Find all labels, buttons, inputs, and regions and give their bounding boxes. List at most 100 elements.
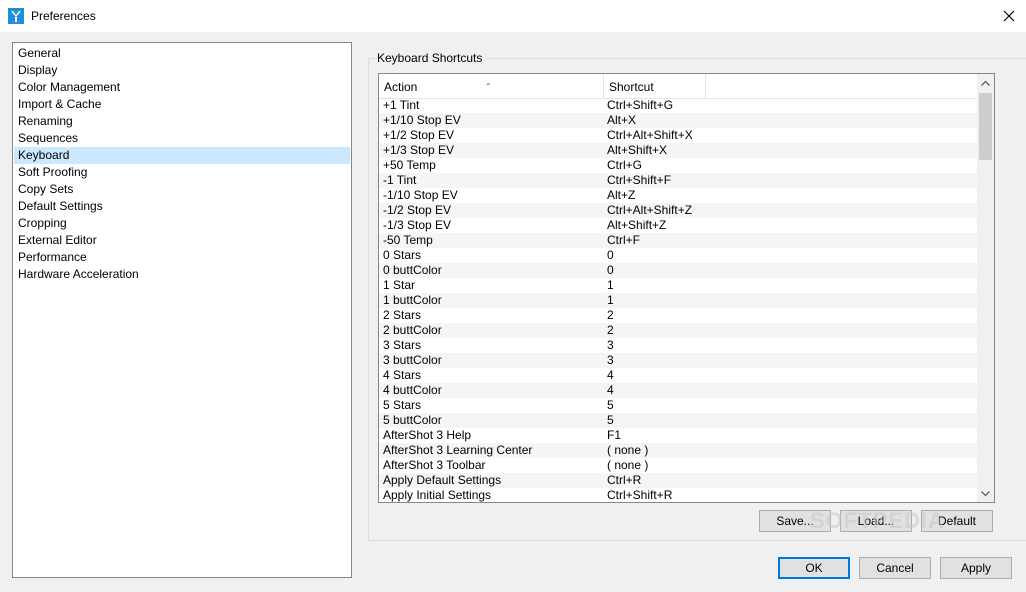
cell-shortcut: 1 [607,293,614,307]
cell-shortcut: 4 [607,383,614,397]
category-hardware-acceleration[interactable]: Hardware Acceleration [14,266,350,283]
table-row[interactable]: 1 Star 1 [379,278,977,293]
scroll-down-button[interactable] [977,485,994,502]
table-row[interactable]: +1 Tint Ctrl+Shift+G [379,98,977,113]
table-row[interactable]: +1/2 Stop EV Ctrl+Alt+Shift+X [379,128,977,143]
table-row[interactable]: 2 Stars 2 [379,308,977,323]
close-button[interactable] [992,0,1026,32]
cell-shortcut: Ctrl+Shift+F [607,173,672,187]
column-header-shortcut[interactable]: Shortcut [604,74,706,98]
cell-action: Apply Default Settings [383,473,502,487]
category-list[interactable]: General Display Color Management Import … [12,42,352,578]
cell-shortcut: 5 [607,413,614,427]
table-row[interactable]: Apply Initial Settings Ctrl+Shift+R [379,488,977,502]
category-import-cache[interactable]: Import & Cache [14,96,350,113]
cell-action: Apply Initial Settings [383,488,492,502]
table-row[interactable]: 4 Stars 4 [379,368,977,383]
group-title: Keyboard Shortcuts [375,51,485,65]
table-row[interactable]: 1 buttColor 1 [379,293,977,308]
table-row[interactable]: 5 Stars 5 [379,398,977,413]
cell-shortcut: Ctrl+Alt+Shift+X [607,128,693,142]
cell-action: 4 buttColor [383,383,442,397]
category-soft-proofing[interactable]: Soft Proofing [14,164,350,181]
cell-shortcut: 3 [607,338,614,352]
cell-shortcut: Ctrl+R [607,473,642,487]
chevron-up-icon [981,80,990,86]
cell-action: 0 Stars [383,248,422,262]
cell-shortcut: 4 [607,368,614,382]
cell-action: 0 buttColor [383,263,442,277]
cell-action: +1/2 Stop EV [383,128,455,142]
cell-action: -1/3 Stop EV [383,218,452,232]
scroll-thumb[interactable] [979,93,992,160]
chevron-down-icon [981,490,990,496]
apply-button[interactable]: Apply [940,557,1012,579]
category-default-settings[interactable]: Default Settings [14,198,350,215]
category-general[interactable]: General [14,45,350,62]
category-renaming[interactable]: Renaming [14,113,350,130]
cell-action: 3 buttColor [383,353,442,367]
table-row[interactable]: Apply Default Settings Ctrl+R [379,473,977,488]
table-row[interactable]: -1/2 Stop EV Ctrl+Alt+Shift+Z [379,203,977,218]
cell-action: AfterShot 3 Toolbar [383,458,486,472]
table-row[interactable]: 2 buttColor 2 [379,323,977,338]
table-row[interactable]: -50 Temp Ctrl+F [379,233,977,248]
table-row[interactable]: 0 Stars 0 [379,248,977,263]
category-performance[interactable]: Performance [14,249,350,266]
cell-action: +1/10 Stop EV [383,113,461,127]
vertical-scrollbar[interactable] [977,74,994,502]
table-body: +1 Tint Ctrl+Shift+G +1/10 Stop EV Alt+X +1/… [379,98,977,502]
table-row[interactable]: 3 buttColor 3 [379,353,977,368]
cell-action: 1 Star [383,278,416,292]
column-header-shortcut-label: Shortcut [609,80,654,94]
category-keyboard[interactable]: Keyboard [14,147,350,164]
cell-shortcut: 0 [607,263,614,277]
category-cropping[interactable]: Cropping [14,215,350,232]
cell-shortcut: 2 [607,323,614,337]
cell-action: +50 Temp [383,158,436,172]
cell-action: -1 Tint [383,173,417,187]
cell-action: AfterShot 3 Help [383,428,472,442]
table-row[interactable]: +1/10 Stop EV Alt+X [379,113,977,128]
category-color-management[interactable]: Color Management [14,79,350,96]
cell-action: -50 Temp [383,233,433,247]
cell-shortcut: 2 [607,308,614,322]
cell-action: 5 buttColor [383,413,442,427]
title-bar: Preferences [0,0,1026,32]
cell-shortcut: 1 [607,278,614,292]
load-button[interactable]: Load... [840,510,912,532]
cell-action: -1/2 Stop EV [383,203,452,217]
category-copy-sets[interactable]: Copy Sets [14,181,350,198]
ok-button[interactable]: OK [778,557,850,579]
category-sequences[interactable]: Sequences [14,130,350,147]
table-row[interactable]: AfterShot 3 Help F1 [379,428,977,443]
cell-shortcut: Alt+Shift+Z [607,218,667,232]
table-row[interactable]: 3 Stars 3 [379,338,977,353]
table-row[interactable]: 0 buttColor 0 [379,263,977,278]
table-row[interactable]: -1/10 Stop EV Alt+Z [379,188,977,203]
cell-action: 4 Stars [383,368,422,382]
cell-shortcut: Alt+Z [607,188,636,202]
table-row[interactable]: +1/3 Stop EV Alt+Shift+X [379,143,977,158]
default-button[interactable]: Default [921,510,993,532]
table-row[interactable]: 4 buttColor 4 [379,383,977,398]
table-row[interactable]: -1/3 Stop EV Alt+Shift+Z [379,218,977,233]
cell-shortcut: Ctrl+Alt+Shift+Z [607,203,693,217]
cell-action: +1/3 Stop EV [383,143,455,157]
save-button[interactable]: Save... [759,510,831,532]
category-external-editor[interactable]: External Editor [14,232,350,249]
cancel-button[interactable]: Cancel [859,557,931,579]
table-row[interactable]: +50 Temp Ctrl+G [379,158,977,173]
cell-action: 3 Stars [383,338,422,352]
table-row[interactable]: -1 Tint Ctrl+Shift+F [379,173,977,188]
column-header-action[interactable]: Action ⌃ [379,74,604,98]
table-row[interactable]: 5 buttColor 5 [379,413,977,428]
category-display[interactable]: Display [14,62,350,79]
cell-shortcut: Ctrl+Shift+R [607,488,673,502]
cell-action: AfterShot 3 Learning Center [383,443,533,457]
scroll-up-button[interactable] [977,74,994,91]
shortcuts-table[interactable]: Action ⌃ Shortcut +1 Tint Ctrl+Shift+G +1/… [378,73,995,503]
table-row[interactable]: AfterShot 3 Learning Center ( none ) [379,443,977,458]
cell-shortcut: F1 [607,428,622,442]
table-row[interactable]: AfterShot 3 Toolbar ( none ) [379,458,977,473]
